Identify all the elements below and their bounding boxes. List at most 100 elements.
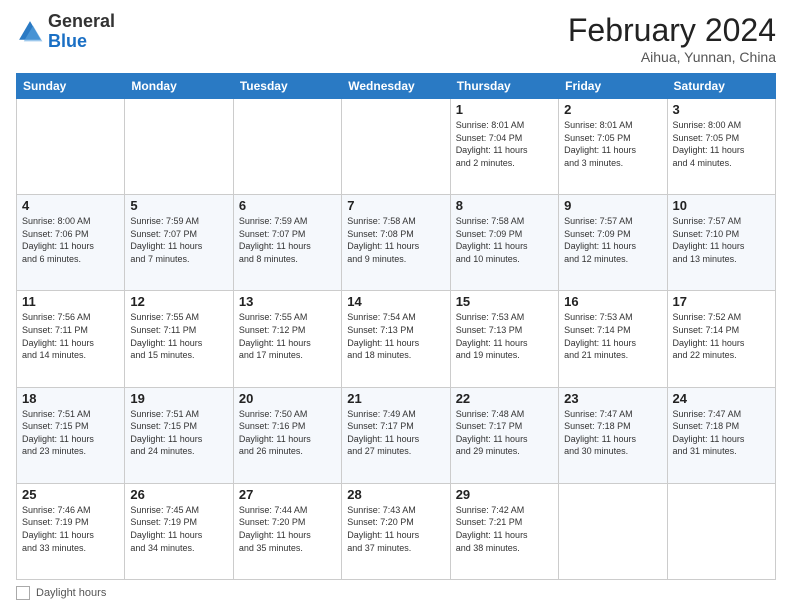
day-info: Sunrise: 7:55 AM Sunset: 7:11 PM Dayligh… [130, 311, 227, 361]
calendar-cell: 23 Sunrise: 7:47 AM Sunset: 7:18 PM Dayli… [559, 387, 667, 483]
day-number: 21 [347, 391, 444, 406]
day-number: 4 [22, 198, 119, 213]
calendar-cell: 28Sunrise: 7:43 AM Sunset: 7:20 PM Dayli… [342, 483, 450, 579]
logo-general-text: General [48, 11, 115, 31]
day-info: Sunrise: 7:57 AM Sunset: 7:09 PM Dayligh… [564, 215, 661, 265]
calendar-cell: 2 Sunrise: 8:01 AM Sunset: 7:05 PM Daylig… [559, 99, 667, 195]
day-number: 6 [239, 198, 336, 213]
calendar-cell: 26 Sunrise: 7:45 AM Sunset: 7:19 PM Dayli… [125, 483, 233, 579]
page: General Blue February 2024 Aihua, Yunnan… [0, 0, 792, 612]
calendar-cell: 15Sunrise: 7:53 AM Sunset: 7:13 PM Dayli… [450, 291, 558, 387]
calendar-cell [667, 483, 775, 579]
calendar-cell: 21 Sunrise: 7:49 AM Sunset: 7:17 PM Dayli… [342, 387, 450, 483]
day-header-sunday: Sunday [17, 74, 125, 99]
day-info: Sunrise: 7:54 AM Sunset: 7:13 PM Dayligh… [347, 311, 444, 361]
day-info: Sunrise: 7:53 AM Sunset: 7:14 PM Dayligh… [564, 311, 661, 361]
day-info: Sunrise: 7:58 AM Sunset: 7:09 PM Dayligh… [456, 215, 553, 265]
day-number: 11 [22, 294, 119, 309]
day-number: 28 [347, 487, 444, 502]
calendar-table: SundayMondayTuesdayWednesdayThursdayFrid… [16, 73, 776, 580]
daylight-box [16, 586, 30, 600]
day-number: 15 [456, 294, 553, 309]
day-header-monday: Monday [125, 74, 233, 99]
day-header-friday: Friday [559, 74, 667, 99]
day-info: Sunrise: 8:01 AM Sunset: 7:04 PM Dayligh… [456, 119, 553, 169]
header: General Blue February 2024 Aihua, Yunnan… [16, 12, 776, 65]
calendar-week-4: 18 Sunrise: 7:51 AM Sunset: 7:15 PM Dayli… [17, 387, 776, 483]
day-info: Sunrise: 7:52 AM Sunset: 7:14 PM Dayligh… [673, 311, 770, 361]
day-info: Sunrise: 7:46 AM Sunset: 7:19 PM Dayligh… [22, 504, 119, 554]
calendar-header-row: SundayMondayTuesdayWednesdayThursdayFrid… [17, 74, 776, 99]
calendar-cell: 1 Sunrise: 8:01 AM Sunset: 7:04 PM Daylig… [450, 99, 558, 195]
day-number: 16 [564, 294, 661, 309]
day-number: 17 [673, 294, 770, 309]
day-info: Sunrise: 7:42 AM Sunset: 7:21 PM Dayligh… [456, 504, 553, 554]
calendar-cell: 16 Sunrise: 7:53 AM Sunset: 7:14 PM Dayli… [559, 291, 667, 387]
calendar-cell: 18 Sunrise: 7:51 AM Sunset: 7:15 PM Dayli… [17, 387, 125, 483]
location: Aihua, Yunnan, China [568, 49, 776, 65]
day-number: 23 [564, 391, 661, 406]
day-info: Sunrise: 7:59 AM Sunset: 7:07 PM Dayligh… [239, 215, 336, 265]
calendar-cell: 25Sunrise: 7:46 AM Sunset: 7:19 PM Dayli… [17, 483, 125, 579]
calendar-cell: 17 Sunrise: 7:52 AM Sunset: 7:14 PM Dayli… [667, 291, 775, 387]
calendar-cell [342, 99, 450, 195]
day-number: 1 [456, 102, 553, 117]
logo-blue-text: Blue [48, 31, 87, 51]
calendar-cell: 20 Sunrise: 7:50 AM Sunset: 7:16 PM Dayli… [233, 387, 341, 483]
calendar-week-2: 4 Sunrise: 8:00 AM Sunset: 7:06 PM Daylig… [17, 195, 776, 291]
day-number: 2 [564, 102, 661, 117]
day-info: Sunrise: 7:57 AM Sunset: 7:10 PM Dayligh… [673, 215, 770, 265]
day-info: Sunrise: 8:01 AM Sunset: 7:05 PM Dayligh… [564, 119, 661, 169]
day-number: 27 [239, 487, 336, 502]
calendar-cell: 14 Sunrise: 7:54 AM Sunset: 7:13 PM Dayli… [342, 291, 450, 387]
day-number: 13 [239, 294, 336, 309]
day-number: 22 [456, 391, 553, 406]
day-info: Sunrise: 7:48 AM Sunset: 7:17 PM Dayligh… [456, 408, 553, 458]
day-header-thursday: Thursday [450, 74, 558, 99]
day-info: Sunrise: 7:47 AM Sunset: 7:18 PM Dayligh… [673, 408, 770, 458]
day-number: 20 [239, 391, 336, 406]
day-header-wednesday: Wednesday [342, 74, 450, 99]
day-info: Sunrise: 7:58 AM Sunset: 7:08 PM Dayligh… [347, 215, 444, 265]
calendar-cell: 9 Sunrise: 7:57 AM Sunset: 7:09 PM Daylig… [559, 195, 667, 291]
calendar-cell: 3 Sunrise: 8:00 AM Sunset: 7:05 PM Daylig… [667, 99, 775, 195]
logo: General Blue [16, 12, 115, 52]
day-info: Sunrise: 7:47 AM Sunset: 7:18 PM Dayligh… [564, 408, 661, 458]
day-number: 12 [130, 294, 227, 309]
day-number: 3 [673, 102, 770, 117]
calendar-cell [17, 99, 125, 195]
day-number: 9 [564, 198, 661, 213]
day-number: 19 [130, 391, 227, 406]
calendar-cell: 27 Sunrise: 7:44 AM Sunset: 7:20 PM Dayli… [233, 483, 341, 579]
day-info: Sunrise: 7:50 AM Sunset: 7:16 PM Dayligh… [239, 408, 336, 458]
day-number: 26 [130, 487, 227, 502]
day-info: Sunrise: 7:44 AM Sunset: 7:20 PM Dayligh… [239, 504, 336, 554]
calendar-cell [125, 99, 233, 195]
logo-icon [16, 18, 44, 46]
calendar-cell: 6 Sunrise: 7:59 AM Sunset: 7:07 PM Daylig… [233, 195, 341, 291]
day-number: 8 [456, 198, 553, 213]
day-number: 18 [22, 391, 119, 406]
calendar-cell: 24Sunrise: 7:47 AM Sunset: 7:18 PM Dayli… [667, 387, 775, 483]
calendar-cell: 8 Sunrise: 7:58 AM Sunset: 7:09 PM Daylig… [450, 195, 558, 291]
day-info: Sunrise: 8:00 AM Sunset: 7:05 PM Dayligh… [673, 119, 770, 169]
day-info: Sunrise: 7:51 AM Sunset: 7:15 PM Dayligh… [22, 408, 119, 458]
day-info: Sunrise: 7:59 AM Sunset: 7:07 PM Dayligh… [130, 215, 227, 265]
calendar-cell: 12 Sunrise: 7:55 AM Sunset: 7:11 PM Dayli… [125, 291, 233, 387]
title-section: February 2024 Aihua, Yunnan, China [568, 12, 776, 65]
day-info: Sunrise: 7:56 AM Sunset: 7:11 PM Dayligh… [22, 311, 119, 361]
calendar-week-3: 11 Sunrise: 7:56 AM Sunset: 7:11 PM Dayli… [17, 291, 776, 387]
calendar-week-5: 25Sunrise: 7:46 AM Sunset: 7:19 PM Dayli… [17, 483, 776, 579]
calendar-cell [559, 483, 667, 579]
calendar-cell [233, 99, 341, 195]
day-number: 14 [347, 294, 444, 309]
calendar-cell: 7Sunrise: 7:58 AM Sunset: 7:08 PM Daylig… [342, 195, 450, 291]
day-number: 29 [456, 487, 553, 502]
calendar-cell: 19Sunrise: 7:51 AM Sunset: 7:15 PM Dayli… [125, 387, 233, 483]
calendar-cell: 10Sunrise: 7:57 AM Sunset: 7:10 PM Dayli… [667, 195, 775, 291]
month-year: February 2024 [568, 12, 776, 49]
day-info: Sunrise: 7:49 AM Sunset: 7:17 PM Dayligh… [347, 408, 444, 458]
day-header-saturday: Saturday [667, 74, 775, 99]
day-info: Sunrise: 8:00 AM Sunset: 7:06 PM Dayligh… [22, 215, 119, 265]
day-info: Sunrise: 7:45 AM Sunset: 7:19 PM Dayligh… [130, 504, 227, 554]
